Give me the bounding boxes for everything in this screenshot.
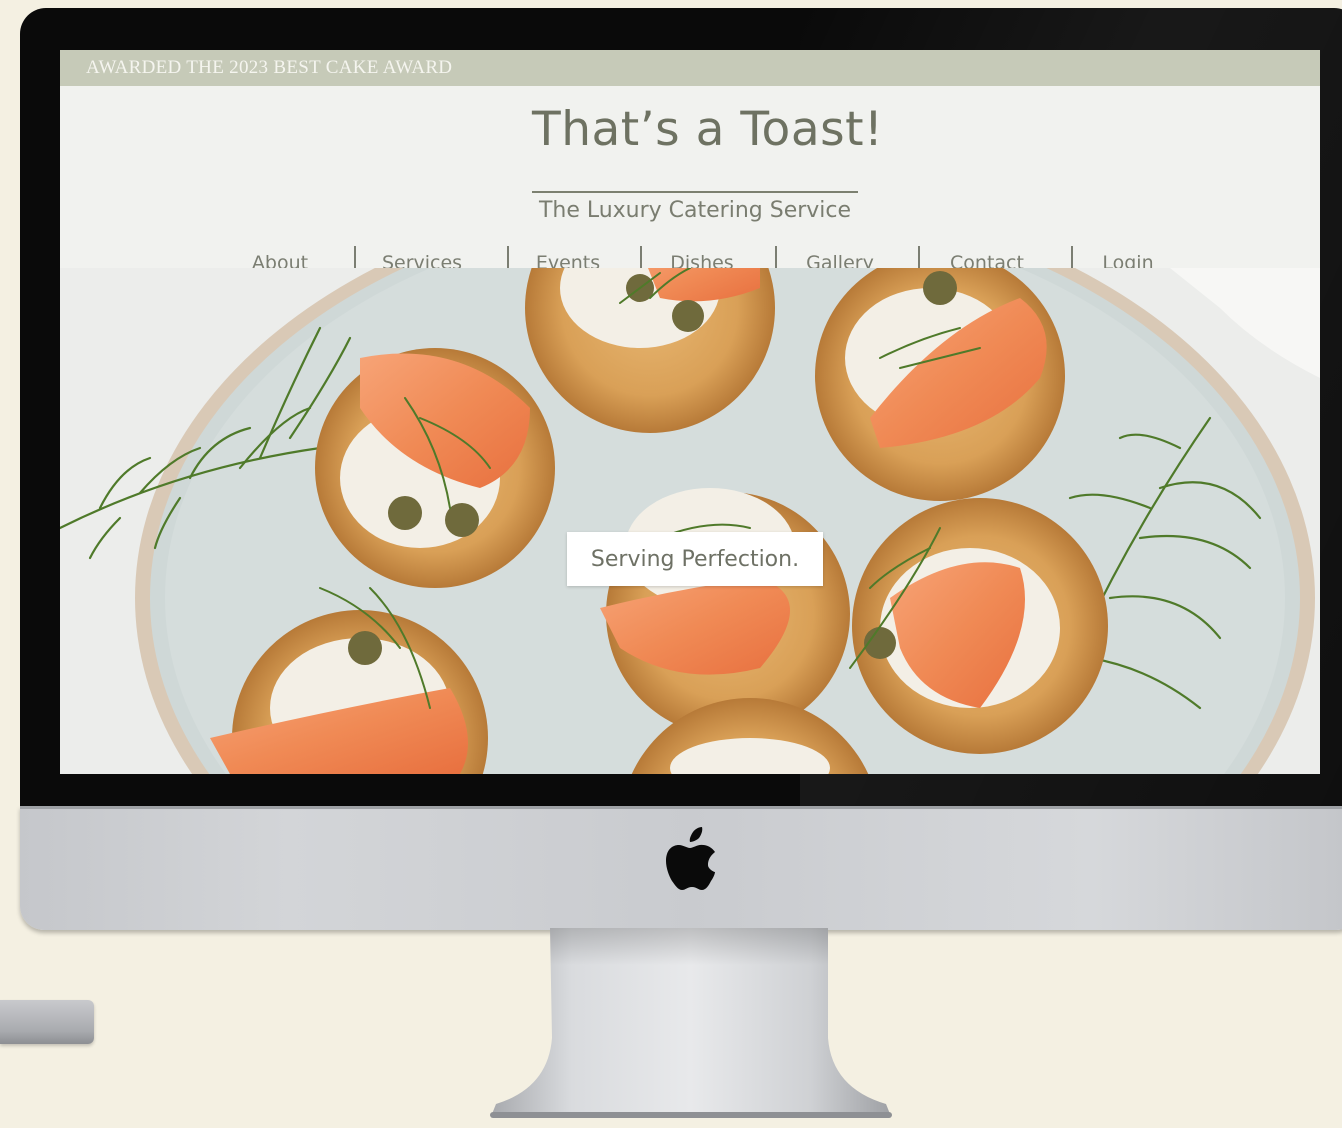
hero-food-illustration [60,268,1320,774]
brand-title[interactable]: That’s a Toast! [532,102,883,158]
brand-tagline: The Luxury Catering Service [538,198,852,223]
hero-image: Serving Perfection. [60,268,1320,774]
hero-caption: Serving Perfection. [567,532,823,586]
brand-underline [532,191,858,193]
imac-stand [490,928,892,1118]
website-screen: AWARDED THE 2023 BEST CAKE AWARD That’s … [60,50,1320,774]
promo-text: AWARDED THE 2023 BEST CAKE AWARD [86,57,453,78]
promo-bar: AWARDED THE 2023 BEST CAKE AWARD [60,50,1320,86]
keyboard-edge [0,1000,94,1044]
site-header: That’s a Toast! The Luxury Catering Serv… [60,86,1320,286]
apple-icon [666,827,715,890]
